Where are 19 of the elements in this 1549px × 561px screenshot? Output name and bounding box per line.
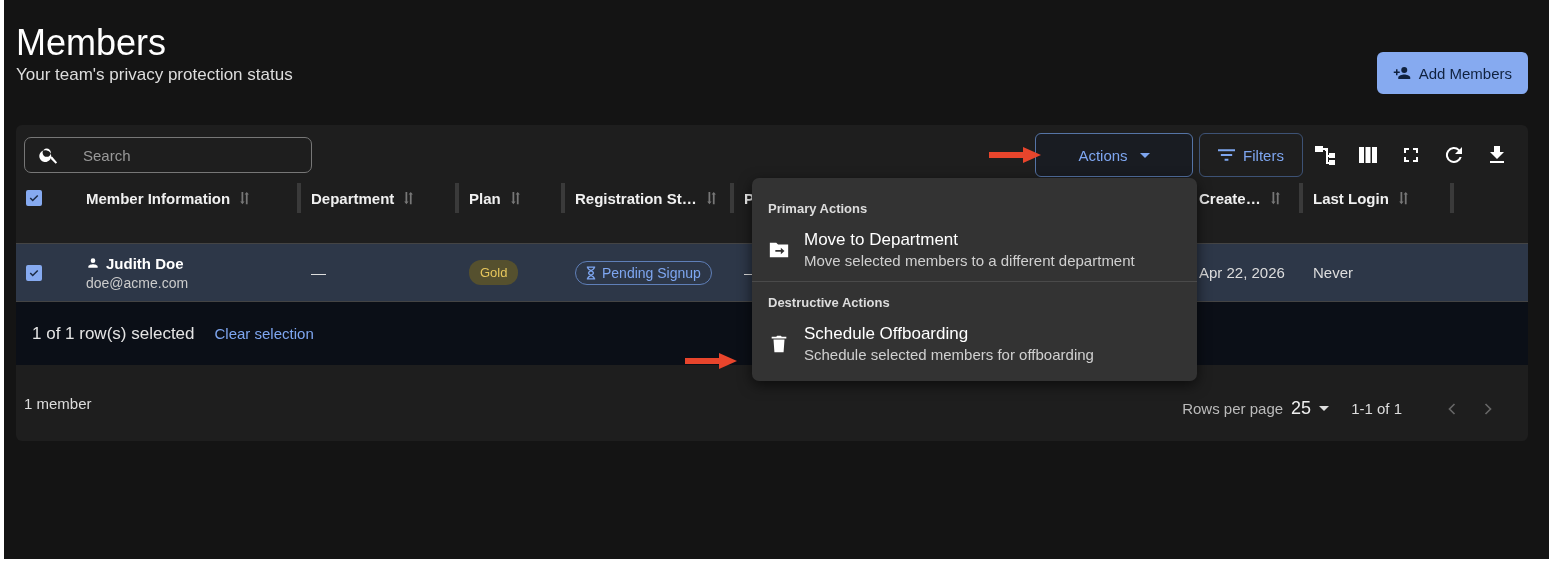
table-cell: — [311, 264, 326, 281]
menu-item-title: Move to Department [804, 230, 959, 250]
page-range: 1-1 of 1 [1351, 399, 1402, 417]
table-cell: Never [1313, 264, 1353, 281]
member-email: doe@acme.com [86, 274, 189, 291]
page-title: Members [16, 22, 168, 64]
menu-item-description: Schedule selected members for offboarding [804, 346, 1094, 363]
member-name: Judith Doe [106, 254, 184, 272]
rows-per-page-label: Rows per page [1182, 399, 1284, 417]
member-count: 1 member [24, 395, 92, 412]
selection-count: 1 of 1 row(s) selected [32, 323, 195, 344]
menu-section-heading: Primary Actions [767, 200, 869, 218]
menu-item-title: Schedule Offboarding [804, 324, 970, 344]
menu-item-description: Move selected members to a different department [804, 252, 1135, 269]
plan-badge: Gold [469, 260, 519, 285]
page-subtitle: Your team's privacy protection status [16, 65, 293, 85]
menu-section-heading: Destructive Actions [767, 294, 891, 312]
status-text: Pending Signup [602, 264, 701, 281]
table-cell: Apr 22, 2026 [1199, 264, 1285, 281]
